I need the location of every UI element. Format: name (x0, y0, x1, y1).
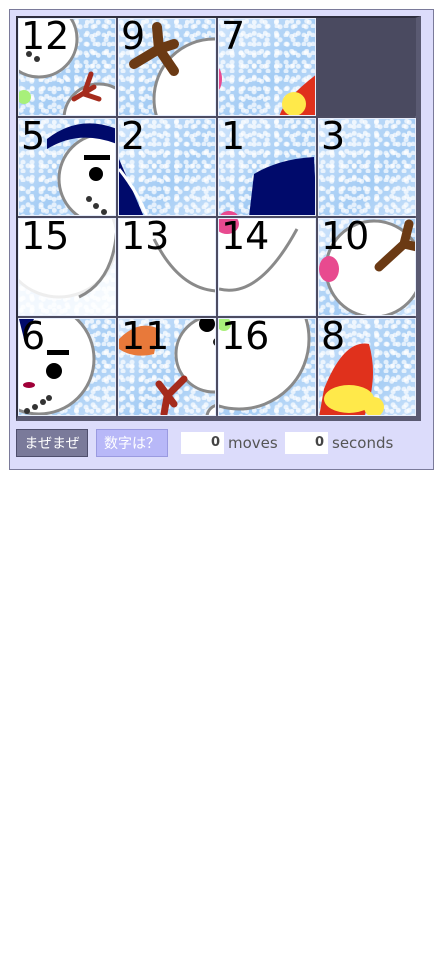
tile-number: 9 (121, 18, 146, 58)
tile-number: 15 (21, 218, 70, 258)
puzzle-tile[interactable]: 10 (318, 218, 416, 316)
puzzle-board: 12 9 7 5 2 13 15 13 14 10 6 11 16 8 (16, 16, 421, 421)
tile-number: 16 (221, 318, 270, 358)
tile-number: 2 (121, 118, 146, 158)
tile-number: 14 (221, 218, 270, 258)
tile-number: 12 (21, 18, 70, 58)
empty-slot (318, 18, 416, 116)
puzzle-tile[interactable]: 9 (118, 18, 216, 116)
tile-number: 3 (321, 118, 346, 158)
puzzle-tile[interactable]: 16 (218, 318, 316, 416)
puzzle-tile[interactable]: 13 (118, 218, 216, 316)
moves-counter: 0 (181, 432, 224, 454)
tile-number: 1 (221, 118, 246, 158)
puzzle-widget: 12 9 7 5 2 13 15 13 14 10 6 11 16 8 まぜまぜ… (9, 9, 434, 470)
puzzle-tile[interactable]: 11 (118, 318, 216, 416)
shuffle-button[interactable]: まぜまぜ (16, 429, 88, 457)
controls-bar: まぜまぜ 数字は？ 0 moves 0 seconds (16, 429, 426, 457)
puzzle-tile[interactable]: 8 (318, 318, 416, 416)
puzzle-tile[interactable]: 5 (18, 118, 116, 216)
puzzle-tile[interactable]: 14 (218, 218, 316, 316)
puzzle-tile[interactable]: 2 (118, 118, 216, 216)
puzzle-tile[interactable]: 15 (18, 218, 116, 316)
show-numbers-button[interactable]: 数字は？ (96, 429, 168, 457)
tile-number: 5 (21, 118, 46, 158)
tile-number: 8 (321, 318, 346, 358)
puzzle-tile[interactable]: 7 (218, 18, 316, 116)
tile-number: 11 (121, 318, 170, 358)
puzzle-tile[interactable]: 6 (18, 318, 116, 416)
tile-number: 10 (321, 218, 370, 258)
tile-number: 7 (221, 18, 246, 58)
tile-number: 13 (121, 218, 170, 258)
puzzle-tile[interactable]: 3 (318, 118, 416, 216)
moves-label: moves (228, 434, 278, 452)
seconds-label: seconds (332, 434, 394, 452)
seconds-counter: 0 (285, 432, 328, 454)
tile-number: 6 (21, 318, 46, 358)
puzzle-tile[interactable]: 1 (218, 118, 316, 216)
puzzle-tile[interactable]: 12 (18, 18, 116, 116)
